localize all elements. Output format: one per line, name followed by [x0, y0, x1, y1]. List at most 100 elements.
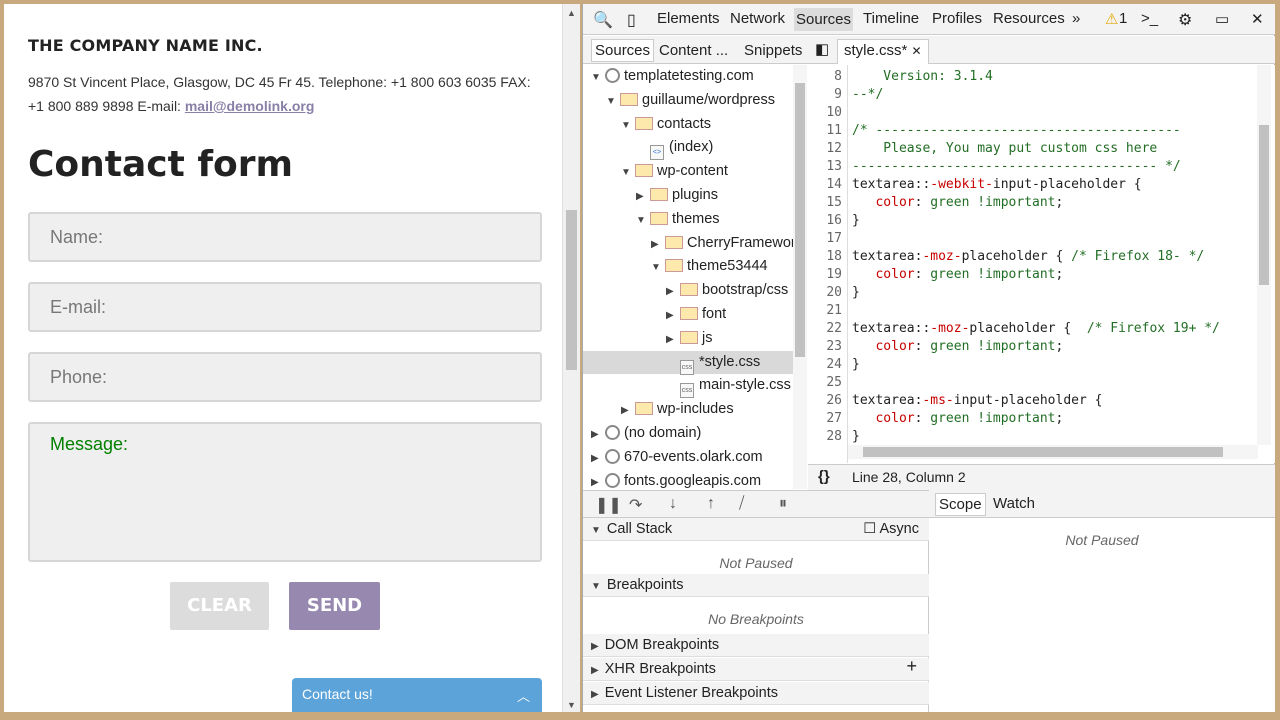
- tree-item-label: *style.css: [699, 353, 761, 370]
- tree-item[interactable]: ▶ bootstrap/css: [583, 279, 793, 302]
- nav-tab-content[interactable]: Content ...: [659, 42, 728, 59]
- tree-item[interactable]: ▶ CherryFramewor: [583, 232, 796, 256]
- triangle-down-icon[interactable]: ▼: [621, 161, 635, 184]
- tree-item[interactable]: ▶ font: [583, 303, 793, 326]
- tab-watch[interactable]: Watch: [993, 495, 1035, 512]
- tree-item[interactable]: ▼ guillaume/wordpress: [583, 89, 793, 112]
- message-textarea[interactable]: Message:: [28, 422, 542, 562]
- scrollbar-thumb[interactable]: [795, 83, 805, 357]
- code-line: textarea:-ms-input-placeholder {: [852, 393, 1103, 408]
- warning-count[interactable]: 1: [1119, 10, 1127, 27]
- tree-item[interactable]: ▶ (no domain): [583, 422, 793, 445]
- tree-item[interactable]: ▶ js: [583, 327, 793, 350]
- line-number: 28: [826, 429, 842, 444]
- step-into-icon[interactable]: ↓: [669, 495, 677, 513]
- tree-item[interactable]: ▼ theme53444: [583, 255, 793, 278]
- navigator-scrollbar[interactable]: [793, 65, 807, 489]
- triangle-down-icon[interactable]: ▼: [651, 256, 665, 279]
- triangle-down-icon[interactable]: ▼: [606, 90, 620, 113]
- triangle-right-icon[interactable]: ▶: [666, 280, 680, 303]
- tree-item[interactable]: ▼ wp-content: [583, 160, 793, 183]
- tree-item[interactable]: css *style.css: [583, 350, 793, 375]
- more-tabs-icon[interactable]: »: [1072, 10, 1080, 27]
- search-icon[interactable]: 🔍: [593, 10, 613, 30]
- add-icon[interactable]: +: [906, 657, 917, 675]
- deactivate-breakpoints-icon[interactable]: ⧸: [739, 495, 744, 513]
- nav-tab-snippets[interactable]: Snippets: [744, 42, 802, 59]
- pause-icon[interactable]: ❚❚: [595, 495, 622, 515]
- triangle-down-icon[interactable]: ▼: [621, 114, 635, 137]
- tree-item[interactable]: css main-style.css: [583, 374, 793, 399]
- folder-icon: [665, 235, 683, 249]
- triangle-right-icon[interactable]: ▶: [666, 328, 680, 351]
- close-tab-icon[interactable]: ✕: [912, 44, 922, 58]
- dock-icon[interactable]: ▭: [1215, 10, 1229, 28]
- chat-widget[interactable]: Contact us! ︿: [292, 678, 542, 712]
- tab-elements[interactable]: Elements: [657, 10, 720, 27]
- code-line: color: green !important;: [875, 411, 1064, 426]
- line-number: 26: [826, 393, 842, 408]
- dom-breakpoints-label: DOM Breakpoints: [604, 637, 720, 653]
- close-icon[interactable]: ✕: [1251, 10, 1264, 28]
- toggle-navigator-icon[interactable]: ◧: [815, 40, 829, 58]
- gear-icon[interactable]: ⚙: [1178, 10, 1192, 30]
- console-icon[interactable]: >_: [1141, 10, 1158, 27]
- tab-sources[interactable]: Sources: [794, 8, 854, 31]
- triangle-right-icon[interactable]: ▶: [591, 447, 605, 470]
- dom-breakpoints-section[interactable]: ▶ DOM Breakpoints: [583, 634, 929, 657]
- tree-item[interactable]: ▼ templatetesting.com: [583, 65, 793, 88]
- triangle-right-icon[interactable]: ▶: [591, 423, 605, 446]
- tree-item[interactable]: <> (index): [583, 136, 793, 161]
- tree-item[interactable]: ▶ fonts.googleapis.com: [583, 470, 793, 489]
- triangle-down-icon[interactable]: ▼: [636, 209, 650, 232]
- nav-tab-sources[interactable]: Sources: [591, 39, 655, 62]
- file-tab-label: style.css*: [844, 42, 908, 59]
- tree-item[interactable]: ▼ themes: [583, 208, 793, 231]
- send-button[interactable]: SEND: [289, 582, 380, 630]
- pretty-print-icon[interactable]: {}: [818, 468, 830, 485]
- scroll-up-icon[interactable]: ▲: [567, 8, 576, 18]
- code-editor[interactable]: 8 9 10 11 12 13 14 15 16 17 18 19 20 21 22 23 24 25 26 27 28…: [808, 65, 1275, 463]
- call-stack-section[interactable]: ▼ Call Stack ☐ Async: [583, 518, 929, 541]
- chat-label: Contact us!: [302, 686, 373, 702]
- step-out-icon[interactable]: ↑: [707, 495, 715, 513]
- triangle-right-icon[interactable]: ▶: [666, 304, 680, 327]
- scrollbar-thumb[interactable]: [863, 447, 1223, 457]
- triangle-right-icon[interactable]: ▶: [591, 471, 605, 489]
- code-line: color: green !important;: [875, 267, 1064, 282]
- tab-network[interactable]: Network: [730, 10, 785, 27]
- tree-item[interactable]: ▶ plugins: [583, 184, 793, 207]
- pause-on-exceptions-icon[interactable]: ⏸: [779, 495, 787, 513]
- scrollbar-thumb[interactable]: [1259, 125, 1269, 285]
- triangle-right-icon[interactable]: ▶: [621, 399, 635, 422]
- phone-input[interactable]: Phone:: [28, 352, 542, 402]
- editor-hscrollbar[interactable]: [848, 445, 1258, 459]
- device-mode-icon[interactable]: ▯: [627, 10, 636, 30]
- warning-icon[interactable]: ⚠: [1105, 10, 1118, 28]
- tab-timeline[interactable]: Timeline: [863, 10, 919, 27]
- tab-scope[interactable]: Scope: [935, 493, 986, 516]
- scroll-down-icon[interactable]: ▼: [567, 700, 576, 710]
- scrollbar-thumb[interactable]: [566, 210, 577, 370]
- async-toggle[interactable]: ☐ Async: [863, 521, 919, 538]
- tree-item[interactable]: ▶ 670-events.olark.com: [583, 446, 793, 469]
- name-input[interactable]: Name:: [28, 212, 542, 262]
- xhr-breakpoints-section[interactable]: ▶ XHR Breakpoints +: [583, 657, 929, 681]
- event-listener-breakpoints-section[interactable]: ▶ Event Listener Breakpoints: [583, 682, 929, 705]
- triangle-right-icon[interactable]: ▶: [636, 185, 650, 208]
- triangle-down-icon[interactable]: ▼: [591, 66, 605, 89]
- step-over-icon[interactable]: ↷: [629, 495, 642, 515]
- clear-button[interactable]: CLEAR: [170, 582, 269, 630]
- tab-profiles[interactable]: Profiles: [932, 10, 982, 27]
- tree-item[interactable]: ▶ wp-includes: [583, 398, 793, 421]
- tab-resources[interactable]: Resources: [993, 10, 1065, 27]
- page-scrollbar[interactable]: ▲ ▼: [562, 4, 580, 712]
- page-title: Contact form: [28, 144, 294, 185]
- triangle-right-icon[interactable]: ▶: [651, 233, 665, 256]
- tree-item[interactable]: ▼ contacts: [583, 113, 793, 136]
- breakpoints-section[interactable]: ▼ Breakpoints: [583, 574, 929, 597]
- file-tab[interactable]: style.css* ✕: [837, 39, 929, 64]
- email-input[interactable]: E-mail:: [28, 282, 542, 332]
- email-link[interactable]: mail@demolink.org: [185, 98, 315, 114]
- editor-vscrollbar[interactable]: [1257, 65, 1271, 445]
